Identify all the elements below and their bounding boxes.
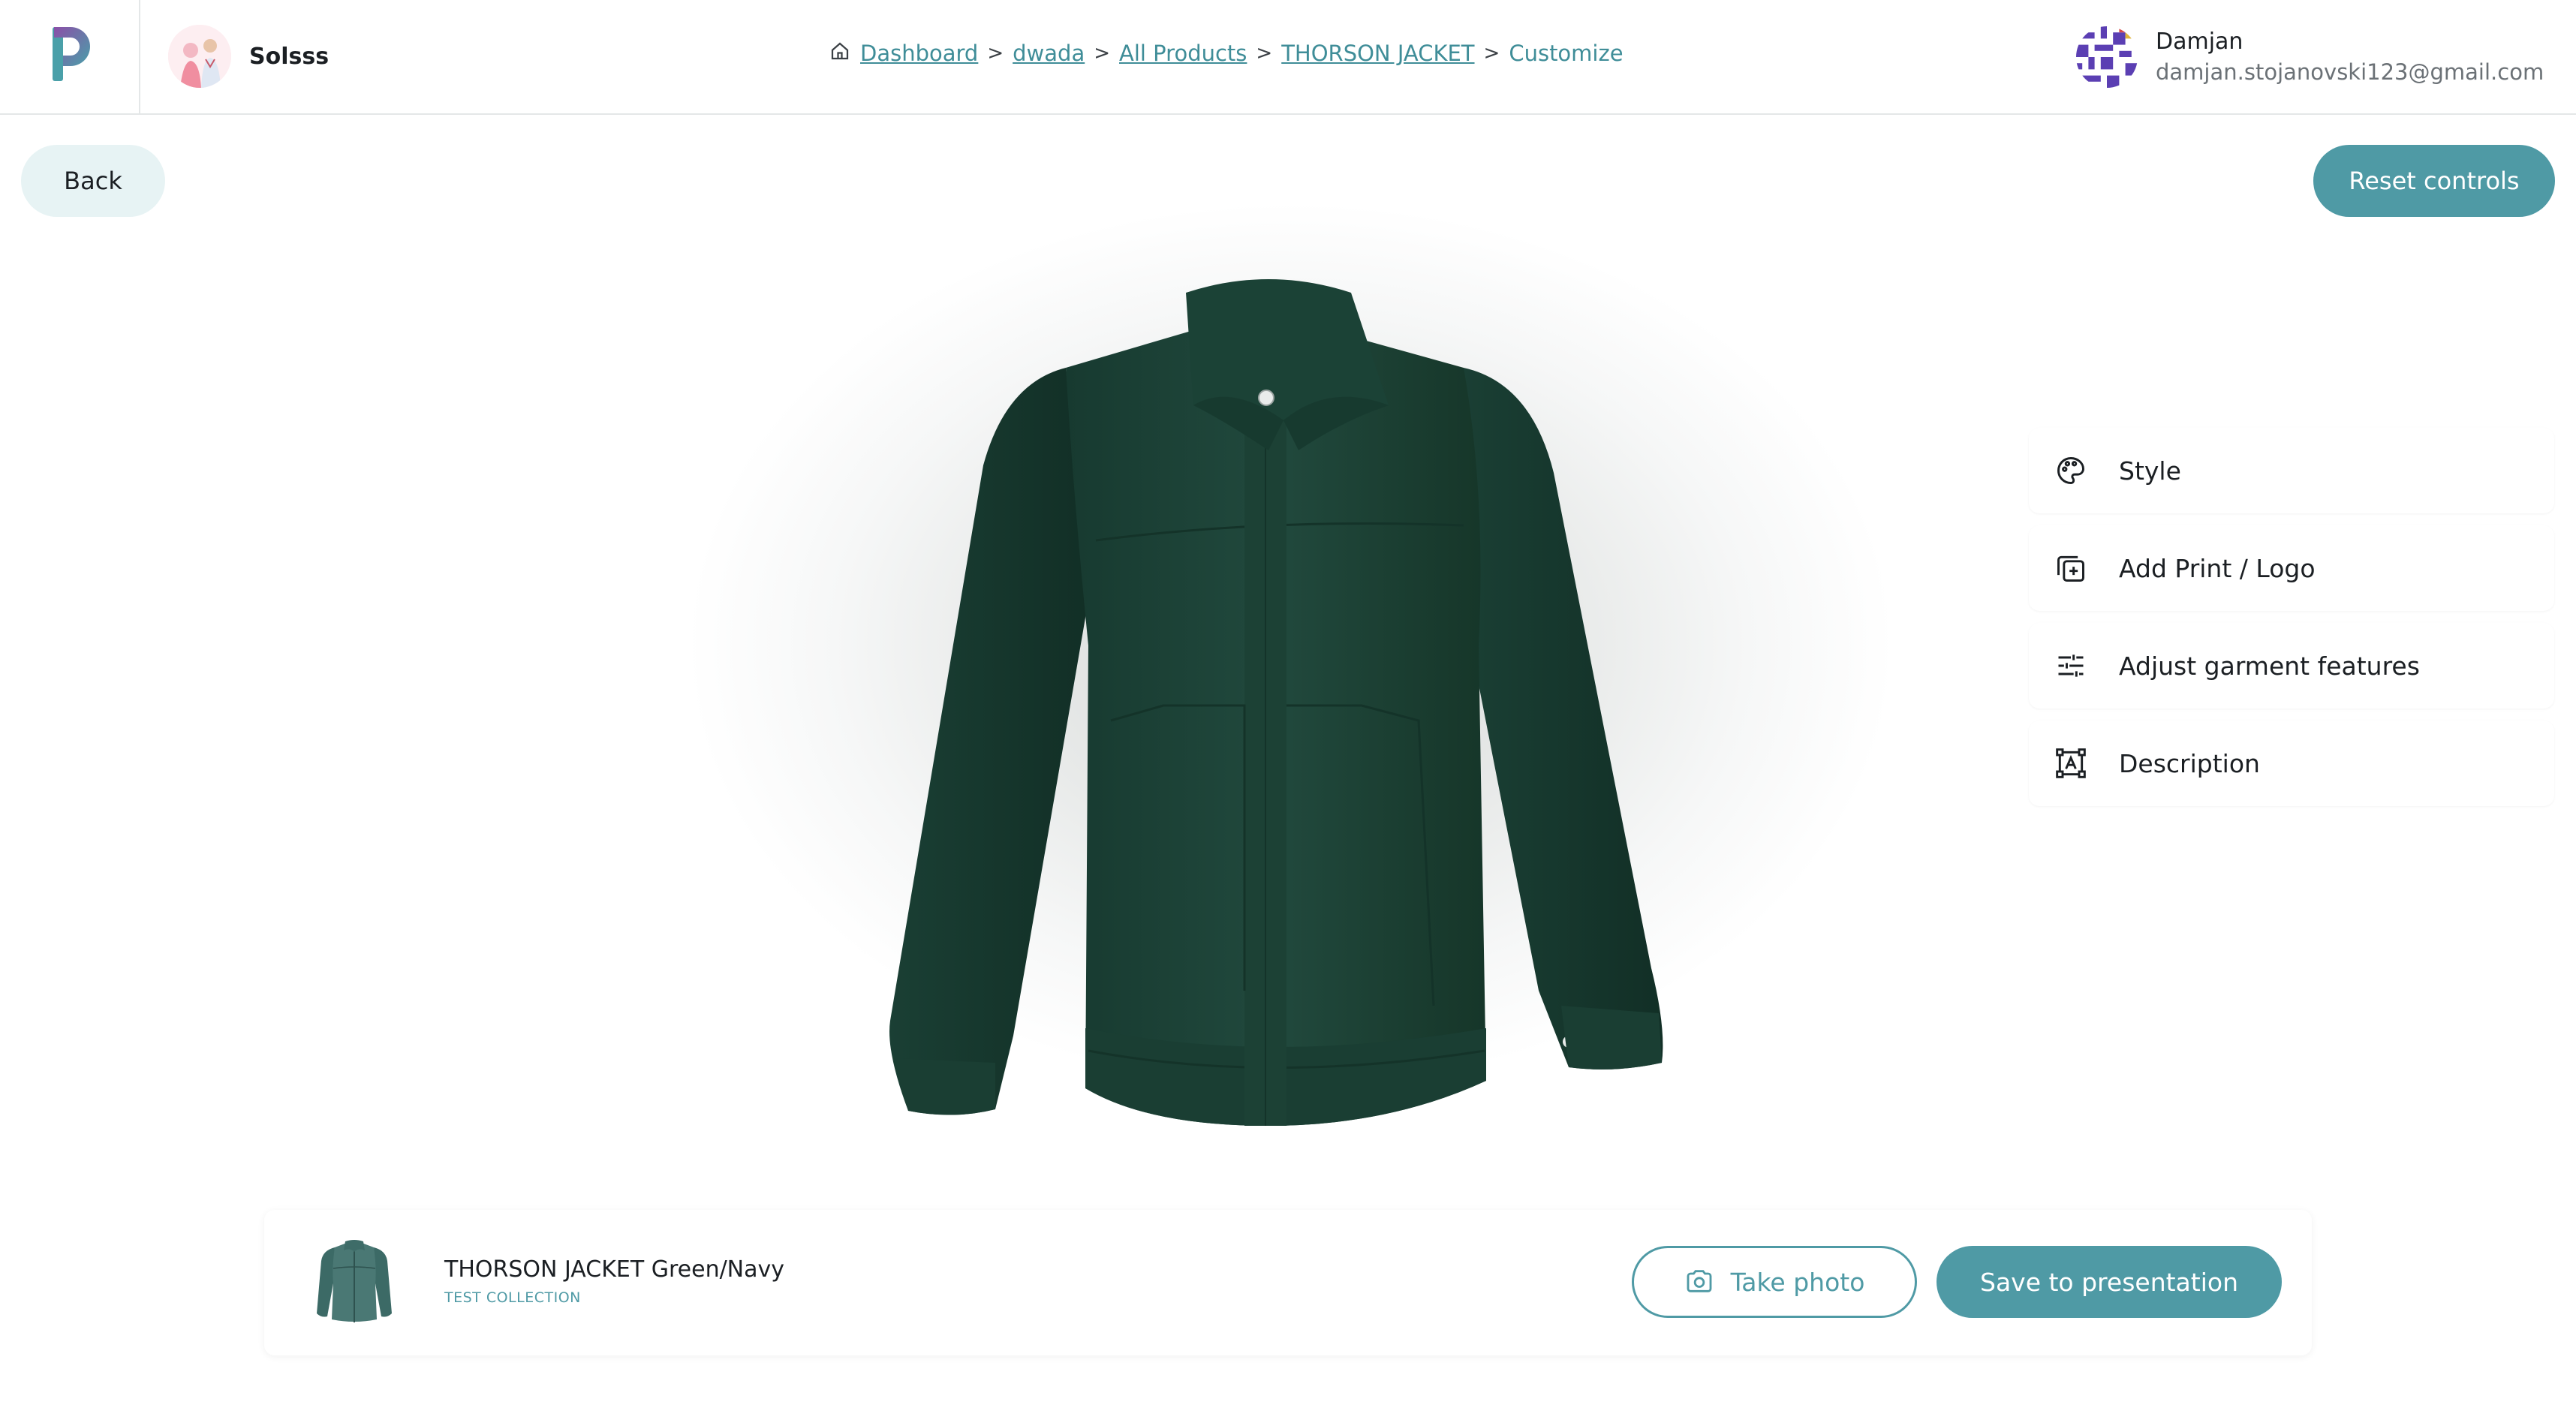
- back-button[interactable]: Back: [21, 145, 165, 217]
- user-profile[interactable]: Damjan damjan.stojanovski123@gmail.com: [2076, 23, 2544, 92]
- breadcrumb-separator: >: [987, 42, 1004, 65]
- menu-item-add-print-logo[interactable]: Add Print / Logo: [2029, 525, 2554, 611]
- breadcrumb-separator: >: [1483, 42, 1500, 65]
- product-bottom-bar: THORSON JACKET Green/Navy TEST COLLECTIO…: [264, 1210, 2312, 1355]
- menu-item-description[interactable]: Description: [2029, 721, 2554, 806]
- breadcrumb: Dashboard > dwada > All Products > THORS…: [829, 36, 1624, 71]
- menu-item-label: Add Print / Logo: [2119, 553, 2316, 583]
- menu-item-adjust-features[interactable]: Adjust garment features: [2029, 623, 2554, 709]
- take-photo-button[interactable]: Take photo: [1632, 1246, 1917, 1318]
- breadcrumb-thorson-jacket[interactable]: THORSON JACKET: [1281, 41, 1474, 66]
- product-thumbnail: [315, 1238, 393, 1325]
- user-avatar: [2076, 26, 2138, 88]
- breadcrumb-separator: >: [1094, 42, 1111, 65]
- logo-icon: [53, 27, 90, 81]
- breadcrumb-customize: Customize: [1509, 41, 1624, 66]
- user-name: Damjan: [2156, 29, 2243, 55]
- menu-item-label: Description: [2119, 748, 2260, 778]
- sliders-icon: [2053, 648, 2089, 684]
- garment-3d-viewer[interactable]: [863, 270, 1696, 1133]
- reset-controls-button[interactable]: Reset controls: [2313, 145, 2555, 217]
- product-title: THORSON JACKET Green/Navy: [444, 1256, 785, 1283]
- text-frame-icon: [2053, 745, 2089, 781]
- top-header: Solsss Dashboard > dwada > All Products …: [0, 0, 2576, 115]
- breadcrumb-all-products[interactable]: All Products: [1119, 41, 1247, 66]
- breadcrumb-dwada[interactable]: dwada: [1013, 41, 1085, 66]
- product-collection: TEST COLLECTION: [444, 1289, 581, 1306]
- user-email: damjan.stojanovski123@gmail.com: [2156, 59, 2544, 85]
- save-to-presentation-button[interactable]: Save to presentation: [1937, 1246, 2282, 1318]
- workspace-brand[interactable]: Solsss: [168, 23, 329, 90]
- app-logo[interactable]: [0, 0, 140, 115]
- menu-item-style[interactable]: Style: [2029, 428, 2554, 513]
- camera-icon: [1684, 1266, 1714, 1298]
- breadcrumb-dashboard[interactable]: Dashboard: [860, 41, 978, 66]
- add-layer-icon: [2053, 550, 2089, 586]
- home-icon[interactable]: [829, 40, 851, 68]
- workspace-avatar: [168, 25, 231, 88]
- take-photo-label: Take photo: [1730, 1267, 1865, 1297]
- customize-menu: Style Add Print / Logo Adjust garment fe…: [2029, 428, 2554, 806]
- breadcrumb-separator: >: [1256, 42, 1273, 65]
- menu-item-label: Adjust garment features: [2119, 651, 2420, 681]
- palette-icon: [2053, 453, 2089, 489]
- workspace-name: Solsss: [249, 43, 330, 70]
- menu-item-label: Style: [2119, 456, 2181, 486]
